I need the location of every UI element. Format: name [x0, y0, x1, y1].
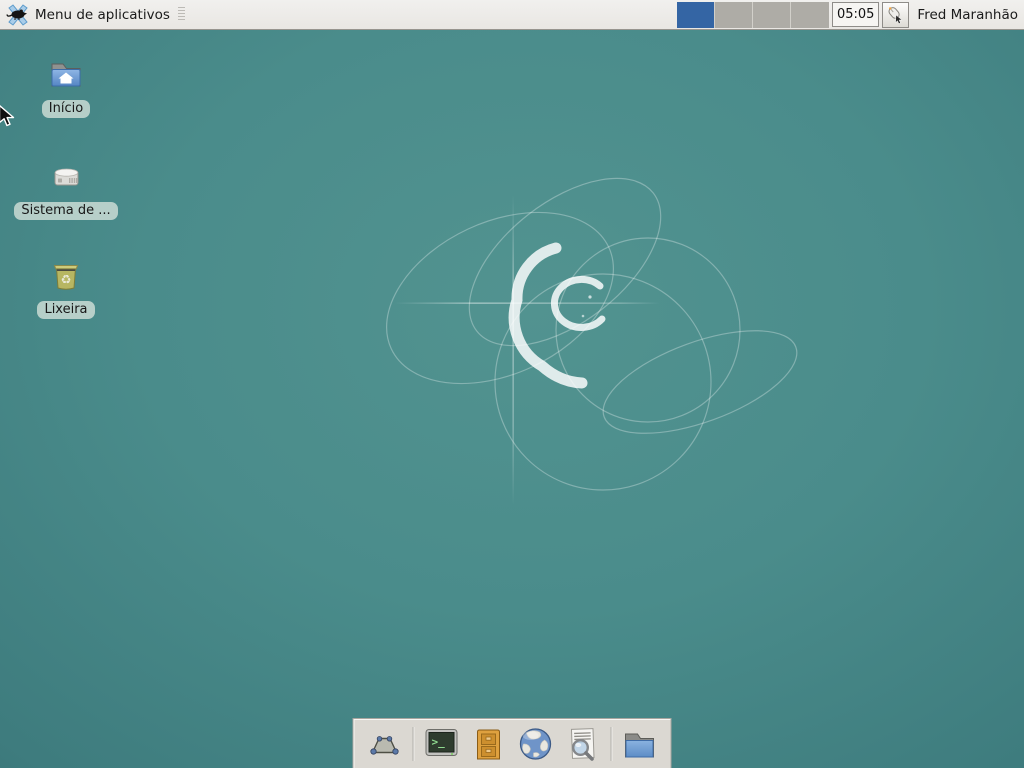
dock-web-browser-button[interactable]	[517, 725, 555, 763]
desktop-icon-trash[interactable]: ♻ Lixeira	[11, 257, 121, 319]
dock-show-desktop-button[interactable]	[366, 725, 404, 763]
workspace-1[interactable]	[677, 2, 715, 28]
folder-icon	[621, 725, 659, 763]
dock-app-finder-button[interactable]	[564, 725, 602, 763]
globe-icon	[517, 725, 555, 763]
dock-file-manager-button[interactable]	[621, 725, 659, 763]
desktop-icon-label: Início	[42, 100, 90, 118]
home-folder-icon	[47, 56, 85, 94]
dock-separator	[413, 727, 414, 761]
show-desktop-icon	[366, 725, 404, 763]
applications-menu-label: Menu de aplicativos	[35, 7, 170, 23]
wallpaper-ellipses	[359, 146, 809, 490]
mouse-pointer-device-icon	[886, 5, 905, 24]
trash-bin-icon: ♻	[47, 257, 85, 295]
panel-right-cluster: 05:05 Fred Maranhão	[677, 0, 1024, 29]
dock-separator	[611, 727, 612, 761]
desktop-icon-filesystem[interactable]: Sistema de ...	[11, 158, 121, 220]
top-panel: Menu de aplicativos 05:05	[0, 0, 1024, 30]
desktop-icon-label: Lixeira	[37, 301, 94, 319]
dock-terminal-button[interactable]: >_	[423, 725, 461, 763]
drag-grip-icon[interactable]	[178, 7, 185, 22]
terminal-prompt-glyph: >_	[432, 735, 446, 748]
terminal-icon: >_	[423, 725, 461, 763]
workspace-3[interactable]	[753, 2, 791, 28]
xfce-logo-icon	[6, 3, 30, 27]
search-document-icon	[564, 725, 602, 763]
panel-clock: 05:05	[832, 2, 879, 27]
workspace-pager	[677, 2, 829, 28]
wallpaper-crosshair	[395, 195, 660, 505]
applications-menu-button[interactable]: Menu de aplicativos	[0, 0, 191, 29]
dock-file-cabinet-button[interactable]	[470, 725, 508, 763]
workspace-2[interactable]	[715, 2, 753, 28]
desktop-background: Menu de aplicativos 05:05	[0, 0, 1024, 768]
desktop-icon-label: Sistema de ...	[14, 202, 117, 220]
workspace-4[interactable]	[791, 2, 829, 28]
bottom-dock: >_	[353, 718, 672, 768]
wallpaper-art	[0, 0, 1024, 768]
filesystem-drive-icon	[47, 158, 85, 196]
desktop-icon-home[interactable]: Início	[11, 56, 121, 118]
user-actions-button[interactable]: Fred Maranhão	[917, 7, 1018, 23]
recycle-glyph: ♻	[61, 273, 72, 287]
file-cabinet-icon	[470, 725, 508, 763]
debian-swirl	[514, 248, 602, 383]
input-device-button[interactable]	[882, 2, 909, 28]
